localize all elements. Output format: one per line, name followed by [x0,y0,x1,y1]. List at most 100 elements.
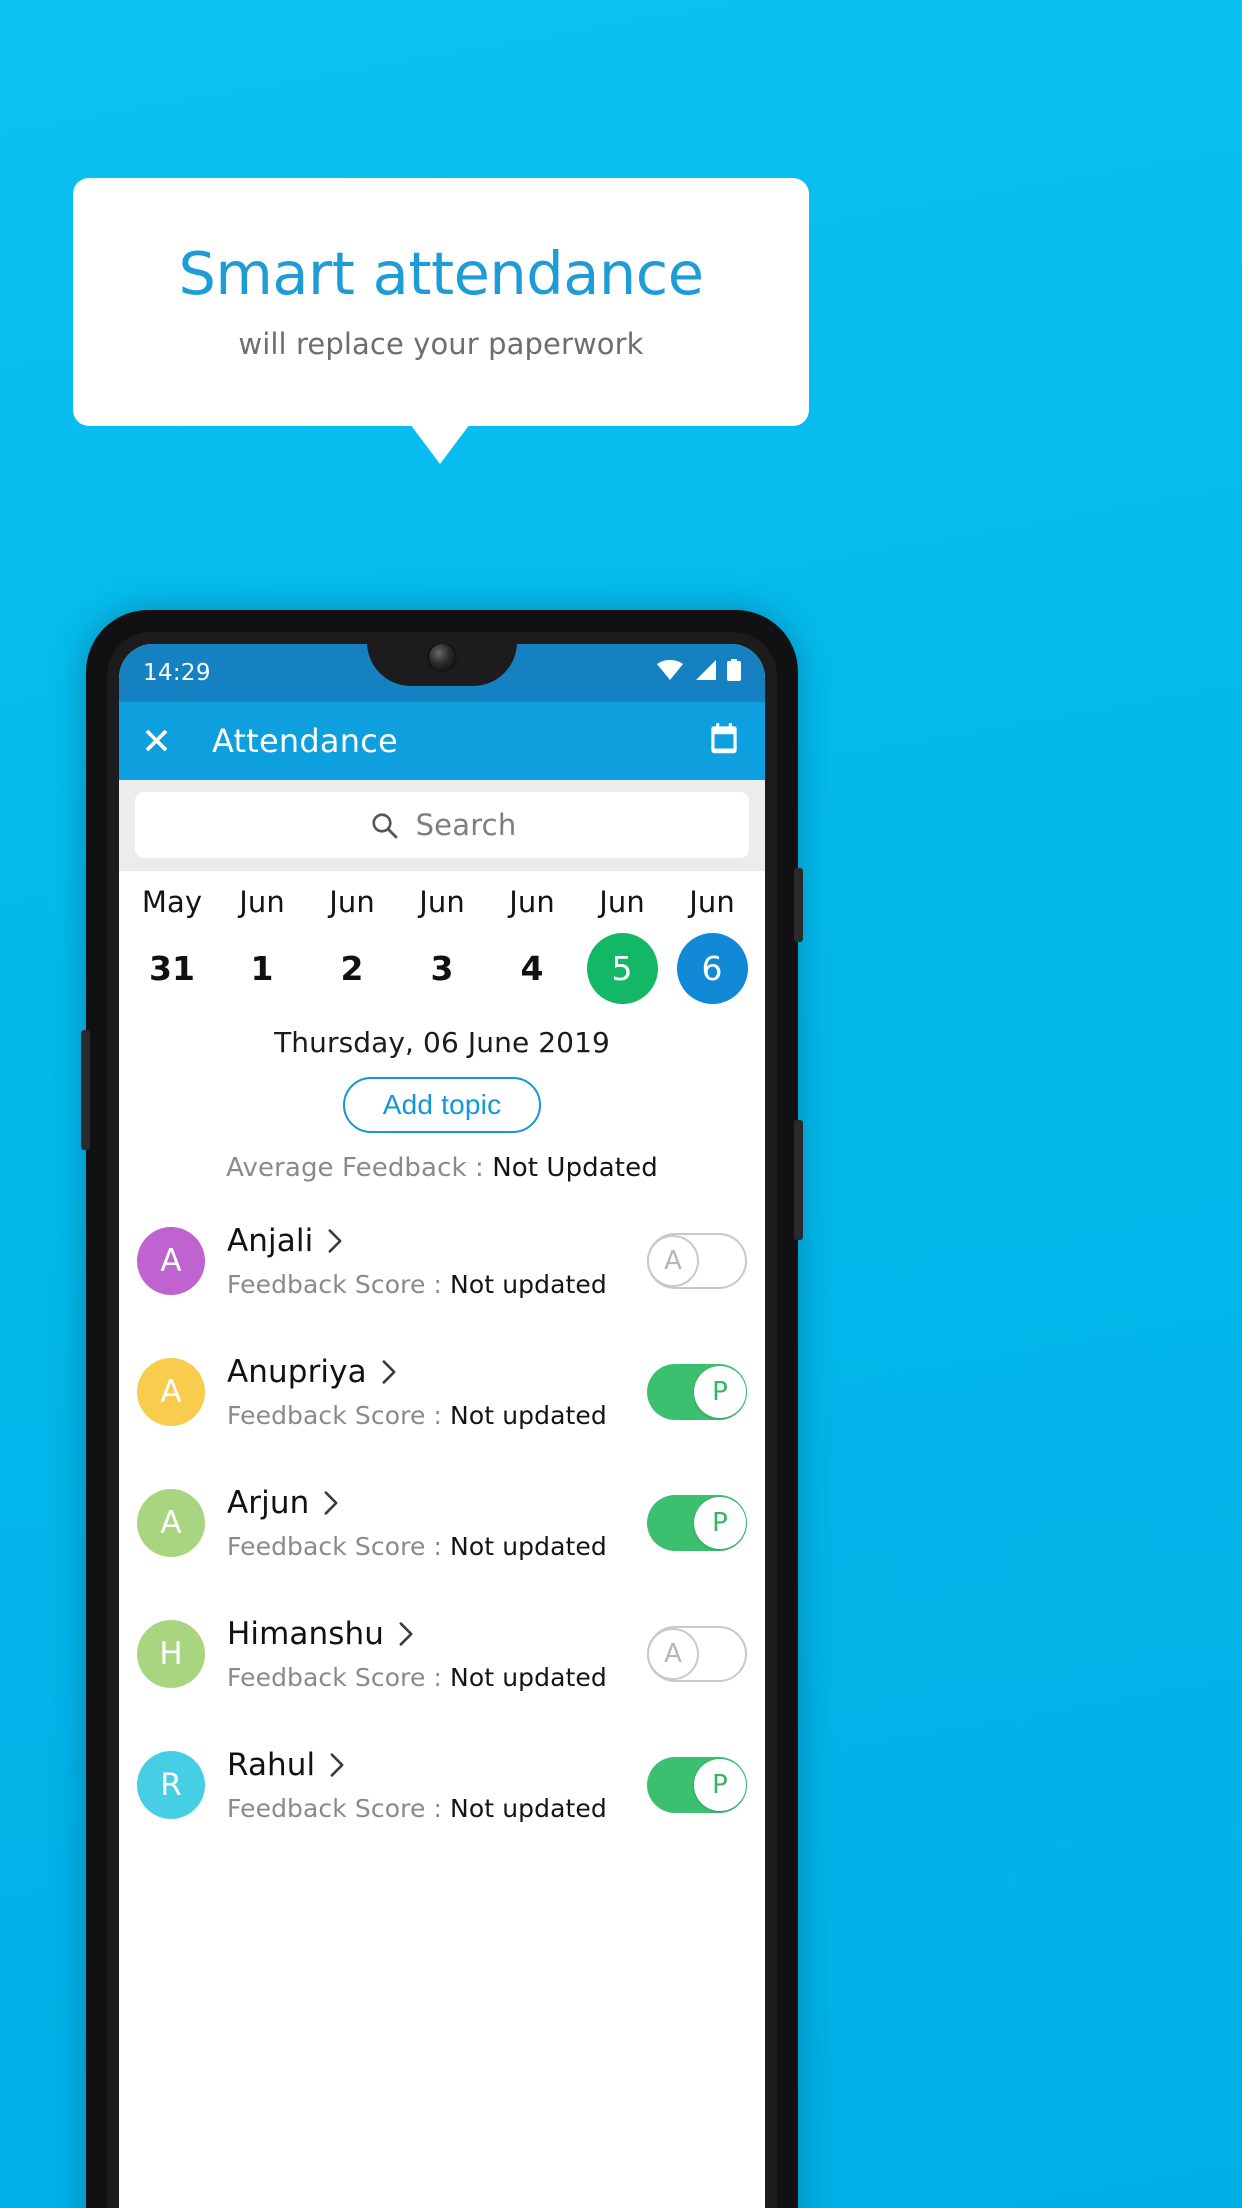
avatar: A [137,1357,205,1426]
date-cell-month: Jun [599,885,645,919]
student-list: A Anjali Feedback Score : Not updated A A Anu… [119,1195,765,1850]
search-icon [368,809,400,841]
date-cell[interactable]: Jun 5 [578,885,666,1004]
student-feedback-score: Feedback Score : Not updated [227,1794,647,1823]
date-cell-month: Jun [329,885,375,919]
phone-bezel: 14:29 ✕ Attendance Search May 31 Jun 1 J… [107,632,777,2208]
student-row[interactable]: R Rahul Feedback Score : Not updated P [119,1719,765,1850]
student-name: Anjali [227,1222,314,1259]
feedback-score-label: Feedback Score : [227,1662,451,1692]
avatar: A [137,1226,205,1295]
student-name: Rahul [227,1746,316,1783]
student-info: Anupriya Feedback Score : Not updated [227,1354,647,1430]
attendance-toggle[interactable]: P [647,1756,747,1813]
date-cell-month: May [141,885,203,919]
close-icon[interactable]: ✕ [141,723,172,760]
date-cell-day: 2 [340,949,364,988]
phone-screen: 14:29 ✕ Attendance Search May 31 Jun 1 J… [119,644,765,2208]
student-name: Arjun [227,1484,310,1521]
search-placeholder: Search [415,808,517,842]
date-cell-month: Jun [419,885,465,919]
average-feedback-value: Not Updated [492,1153,658,1183]
status-bar: 14:29 [119,644,765,702]
phone-volume-button [794,1120,803,1240]
student-name: Himanshu [227,1615,385,1652]
selected-date-heading: Thursday, 06 June 2019 [274,1026,610,1059]
callout-tail [410,424,470,464]
student-info: Arjun Feedback Score : Not updated [227,1485,647,1561]
feedback-score-value: Not updated [450,1269,607,1299]
date-cell[interactable]: May 31 [128,885,216,1004]
student-row[interactable]: A Arjun Feedback Score : Not updated P [119,1457,765,1588]
attendance-toggle[interactable]: P [647,1363,747,1420]
phone-side-button [81,1030,90,1150]
attendance-toggle-knob: A [647,1234,699,1287]
avatar: H [137,1619,205,1688]
date-cell-month: Jun [689,885,735,919]
student-info: Anjali Feedback Score : Not updated [227,1223,647,1299]
date-cell-day: 1 [250,949,274,988]
date-strip: May 31 Jun 1 Jun 2 Jun 3 Jun 4 Jun 5 Jun 6 [119,871,765,1010]
phone-power-button [794,868,803,942]
student-feedback-score: Feedback Score : Not updated [227,1401,647,1430]
chevron-right-icon[interactable] [379,1359,399,1385]
date-cell[interactable]: Jun 1 [218,885,306,1004]
date-cell-day: 31 [149,949,195,988]
date-cell-day: 6 [676,933,748,1004]
status-time: 14:29 [143,660,211,686]
date-cell-day: 3 [430,949,454,988]
promo-callout-card: Smart attendance will replace your paper… [73,178,809,426]
feedback-score-label: Feedback Score : [227,1531,451,1561]
student-row[interactable]: A Anupriya Feedback Score : Not updated P [119,1326,765,1457]
chevron-right-icon[interactable] [327,1752,347,1778]
chevron-right-icon[interactable] [321,1490,341,1516]
app-bar: ✕ Attendance [119,702,765,780]
attendance-toggle[interactable]: A [647,1625,747,1682]
promo-title: Smart attendance [178,238,704,308]
signal-icon [694,660,716,686]
search-input[interactable]: Search [135,792,749,858]
wifi-icon [657,659,683,686]
avatar: R [137,1750,205,1819]
date-cell-month: Jun [509,885,555,919]
feedback-score-value: Not updated [450,1662,607,1692]
battery-icon [727,659,741,687]
promo-subtitle: will replace your paperwork [238,327,644,362]
chevron-right-icon[interactable] [396,1621,416,1647]
student-row[interactable]: A Anjali Feedback Score : Not updated A [119,1195,765,1326]
student-feedback-score: Feedback Score : Not updated [227,1532,647,1561]
student-name: Anupriya [227,1353,367,1390]
date-cell[interactable]: Jun 4 [488,885,576,1004]
phone-mockup: 14:29 ✕ Attendance Search May 31 Jun 1 J… [81,610,803,2208]
date-cell-day: 5 [586,933,658,1004]
average-feedback-label: Average Feedback : [226,1153,493,1183]
feedback-score-value: Not updated [450,1531,607,1561]
student-feedback-score: Feedback Score : Not updated [227,1663,647,1692]
date-cell[interactable]: Jun 6 [668,885,756,1004]
student-row[interactable]: H Himanshu Feedback Score : Not updated A [119,1588,765,1719]
front-camera [429,644,455,670]
date-cell[interactable]: Jun 2 [308,885,396,1004]
chevron-right-icon[interactable] [325,1228,345,1254]
calendar-icon[interactable] [705,720,743,762]
attendance-toggle-knob: P [694,1758,746,1811]
add-topic-button[interactable]: Add topic [342,1077,542,1133]
feedback-score-value: Not updated [450,1793,607,1823]
average-feedback: Average Feedback : Not Updated [119,1153,765,1183]
page-title: Attendance [212,722,398,760]
attendance-toggle[interactable]: A [647,1232,747,1289]
date-cell[interactable]: Jun 3 [398,885,486,1004]
promo-background: Smart attendance will replace your paper… [0,0,1242,2208]
avatar: A [137,1488,205,1557]
feedback-score-label: Feedback Score : [227,1793,451,1823]
attendance-toggle-knob: A [647,1627,699,1680]
student-info: Himanshu Feedback Score : Not updated [227,1616,647,1692]
student-feedback-score: Feedback Score : Not updated [227,1270,647,1299]
attendance-toggle-knob: P [694,1496,746,1549]
student-info: Rahul Feedback Score : Not updated [227,1747,647,1823]
attendance-toggle[interactable]: P [647,1494,747,1551]
attendance-toggle-knob: P [694,1365,746,1418]
date-cell-month: Jun [239,885,285,919]
search-bar-container: Search [119,780,765,871]
date-cell-day: 4 [520,949,544,988]
